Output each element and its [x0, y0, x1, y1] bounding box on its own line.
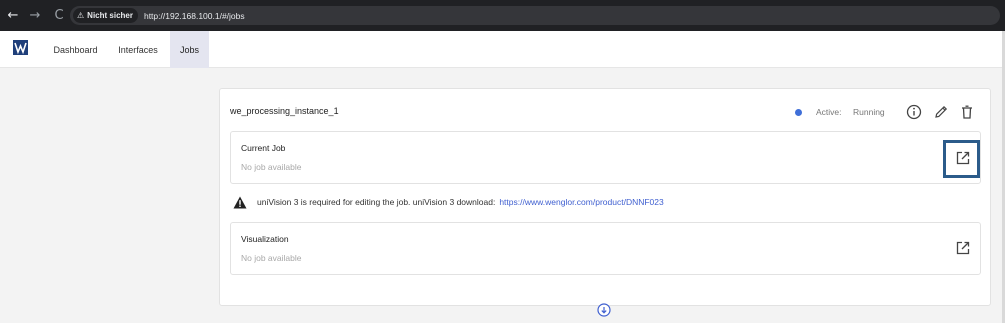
visualization-title: Visualization: [241, 234, 289, 244]
forward-arrow-icon[interactable]: →: [24, 8, 46, 23]
visualization-value: No job available: [241, 253, 302, 263]
warning-icon: ⚠: [77, 11, 85, 20]
security-label: Nicht sicher: [87, 11, 133, 20]
browser-toolbar: ← → C ⚠ Nicht sicher http://192.168.100.…: [0, 0, 1005, 31]
expand-down-icon[interactable]: [597, 303, 611, 317]
download-link[interactable]: https://www.wenglor.com/product/DNNF023: [499, 197, 663, 207]
tab-dashboard-label: Dashboard: [53, 44, 98, 55]
visualization-card: Visualization No job available: [230, 222, 981, 275]
tab-interfaces-label: Interfaces: [118, 44, 158, 55]
highlight-box: [943, 140, 980, 178]
current-job-card: Current Job No job available: [230, 131, 981, 184]
tab-dashboard[interactable]: Dashboard: [48, 31, 103, 68]
delete-icon[interactable]: [958, 103, 976, 121]
address-bar[interactable]: ⚠ Nicht sicher http://192.168.100.1/#/jo…: [70, 6, 1000, 25]
app-logo[interactable]: [13, 40, 28, 55]
back-arrow-icon[interactable]: ←: [2, 8, 24, 23]
tab-jobs[interactable]: Jobs: [170, 31, 209, 68]
tab-jobs-label: Jobs: [179, 44, 199, 55]
instance-name: we_processing_instance_1: [230, 106, 339, 116]
edit-icon[interactable]: [932, 103, 950, 121]
reload-icon[interactable]: C: [48, 8, 70, 23]
warning-icon: [233, 196, 247, 208]
status-label: Active:: [816, 107, 842, 117]
open-external-icon[interactable]: [955, 240, 971, 256]
tab-interfaces[interactable]: Interfaces: [110, 31, 166, 68]
notice-text: uniVision 3 is required for editing the …: [257, 197, 496, 207]
univision-notice: uniVision 3 is required for editing the …: [233, 195, 664, 209]
url-text[interactable]: http://192.168.100.1/#/jobs: [144, 11, 245, 21]
current-job-value: No job available: [241, 162, 302, 172]
info-icon[interactable]: [905, 103, 923, 121]
status-value: Running: [853, 107, 885, 117]
current-job-title: Current Job: [241, 143, 286, 153]
app-header: Dashboard Interfaces Jobs: [0, 31, 1005, 68]
security-chip[interactable]: ⚠ Nicht sicher: [73, 8, 138, 23]
status-indicator: [795, 109, 802, 116]
